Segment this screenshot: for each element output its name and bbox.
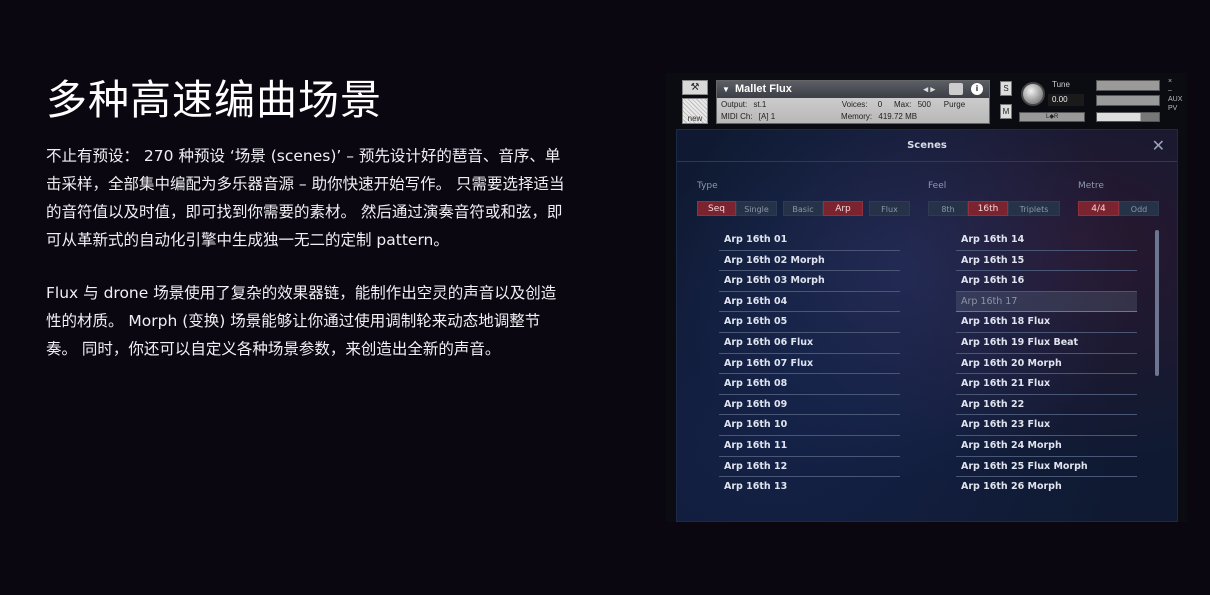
list-item[interactable]: Arp 16th 19 Flux Beat	[956, 333, 1137, 354]
mute-button[interactable]: M	[1000, 104, 1012, 119]
midi-select[interactable]: [A] 1	[759, 112, 839, 121]
list-item[interactable]: Arp 16th 16	[956, 271, 1137, 292]
output-row: Output: st.1 Voices: 0 Max: 500 Purge	[721, 100, 965, 109]
list-item[interactable]: Arp 16th 15	[956, 251, 1137, 272]
scene-list-left: Arp 16th 01 Arp 16th 02 Morph Arp 16th 0…	[719, 230, 900, 498]
max-value[interactable]: 500	[918, 100, 942, 109]
purge-button[interactable]: Purge	[944, 100, 965, 109]
pan-label: L◆R	[1046, 114, 1059, 120]
output-label: Output:	[721, 100, 748, 109]
type-single-button[interactable]: Single	[736, 201, 777, 216]
title-divider	[677, 161, 1177, 162]
scenes-title: Scenes	[907, 140, 947, 151]
list-scrollbar[interactable]	[1155, 230, 1159, 376]
list-item[interactable]: Arp 16th 20 Morph	[956, 354, 1137, 375]
minimize-icon[interactable]: –	[1168, 86, 1178, 95]
section-heading: 多种高速编曲场景	[46, 76, 382, 124]
camera-icon[interactable]	[949, 83, 963, 95]
list-item[interactable]: Arp 16th 03 Morph	[719, 271, 900, 292]
list-item[interactable]: Arp 16th 21 Flux	[956, 374, 1137, 395]
volume-slider[interactable]	[1096, 112, 1160, 122]
pv-button[interactable]: PV	[1168, 104, 1178, 113]
wrench-icon[interactable]: ⚒	[682, 80, 708, 95]
midi-row: MIDI Ch: [A] 1 Memory: 419.72 MB	[721, 112, 917, 121]
list-item[interactable]: Arp 16th 02 Morph	[719, 251, 900, 272]
list-item[interactable]: Arp 16th 25 Flux Morph	[956, 457, 1137, 478]
metre-44-button[interactable]: 4/4	[1078, 201, 1119, 216]
metre-label: Metre	[1078, 181, 1104, 191]
list-item[interactable]: Arp 16th 24 Morph	[956, 436, 1137, 457]
list-item[interactable]: Arp 16th 18 Flux	[956, 312, 1137, 333]
collapse-triangle-icon[interactable]: ▼	[722, 81, 730, 98]
list-item[interactable]: Arp 16th 22	[956, 395, 1137, 416]
window-buttons: × – AUX PV	[1168, 77, 1182, 113]
feel-8th-button[interactable]: 8th	[928, 201, 968, 216]
close-window-icon[interactable]: ×	[1168, 77, 1178, 86]
list-item[interactable]: Arp 16th 26 Morph	[956, 477, 1137, 498]
description-paragraph-1: 不止有预设： 270 种预设 ‘场景 (scenes)’ – 预先设计好的琶音、…	[46, 147, 565, 249]
new-label: new	[687, 114, 703, 123]
metre-odd-button[interactable]: Odd	[1119, 201, 1159, 216]
list-item[interactable]: Arp 16th 09	[719, 395, 900, 416]
output-select[interactable]: st.1	[753, 100, 839, 109]
preset-nav-arrows[interactable]: ◂ ▸	[923, 81, 935, 98]
kontakt-header: ⚒ new ▼ Mallet Flux ◂ ▸ i Output: st.1 V…	[676, 77, 1182, 127]
memory-value: 419.72 MB	[878, 112, 918, 121]
list-item[interactable]: Arp 16th 12	[719, 457, 900, 478]
level-meter-right	[1096, 95, 1160, 106]
kontakt-plugin-window: ⚒ new ▼ Mallet Flux ◂ ▸ i Output: st.1 V…	[666, 73, 1187, 522]
tune-value[interactable]: 0.00	[1048, 94, 1084, 106]
scenes-panel: Scenes ✕ Type Feel Metre Seq Single Basi…	[676, 129, 1178, 522]
list-item[interactable]: Arp 16th 13	[719, 477, 900, 498]
list-item[interactable]: Arp 16th 07 Flux	[719, 354, 900, 375]
type-arp-button[interactable]: Arp	[823, 201, 863, 216]
memory-label: Memory:	[841, 112, 873, 121]
type-basic-button[interactable]: Basic	[783, 201, 823, 216]
level-meter-left	[1096, 80, 1160, 91]
feel-triplets-button[interactable]: Triplets	[1008, 201, 1060, 216]
list-item[interactable]: Arp 16th 08	[719, 374, 900, 395]
instrument-title-bar: ▼ Mallet Flux ◂ ▸ i	[717, 81, 989, 98]
list-item[interactable]: Arp 16th 23 Flux	[956, 415, 1137, 436]
voices-value: 0	[877, 100, 883, 109]
scene-list-right: Arp 16th 14 Arp 16th 15 Arp 16th 16 Arp …	[956, 230, 1137, 498]
type-label: Type	[697, 181, 718, 191]
level-meters	[1096, 80, 1160, 110]
max-label: Max:	[893, 100, 912, 109]
info-icon[interactable]: i	[971, 83, 983, 95]
aux-button[interactable]: AUX	[1168, 95, 1182, 104]
list-item-selected[interactable]: Arp 16th 17	[956, 291, 1137, 313]
instrument-header: ▼ Mallet Flux ◂ ▸ i Output: st.1 Voices:…	[716, 80, 990, 124]
list-item[interactable]: Arp 16th 06 Flux	[719, 333, 900, 354]
instrument-name: Mallet Flux	[735, 83, 792, 95]
list-item[interactable]: Arp 16th 14	[956, 230, 1137, 251]
solo-button[interactable]: S	[1000, 81, 1012, 96]
type-seq-button[interactable]: Seq	[697, 201, 736, 216]
feel-label: Feel	[928, 181, 947, 191]
feature-text: 多种高速编曲场景 不止有预设： 270 种预设 ‘场景 (scenes)’ – …	[46, 72, 576, 363]
midi-label: MIDI Ch:	[721, 112, 753, 121]
list-item[interactable]: Arp 16th 10	[719, 415, 900, 436]
tune-label: Tune	[1052, 80, 1070, 89]
description-paragraph-2: Flux 与 drone 场景使用了复杂的效果器链，能制作出空灵的声音以及创造性…	[46, 284, 557, 358]
new-button[interactable]: new	[682, 98, 708, 124]
close-icon[interactable]: ✕	[1152, 136, 1165, 155]
list-item[interactable]: Arp 16th 01	[719, 230, 900, 251]
list-item[interactable]: Arp 16th 11	[719, 436, 900, 457]
voices-label: Voices:	[841, 100, 868, 109]
pan-slider[interactable]: L◆R	[1019, 112, 1085, 122]
list-item[interactable]: Arp 16th 04	[719, 292, 900, 313]
feel-16th-button[interactable]: 16th	[968, 201, 1008, 216]
type-flux-button[interactable]: Flux	[869, 201, 910, 216]
tune-knob[interactable]	[1021, 82, 1045, 106]
list-item[interactable]: Arp 16th 05	[719, 312, 900, 333]
